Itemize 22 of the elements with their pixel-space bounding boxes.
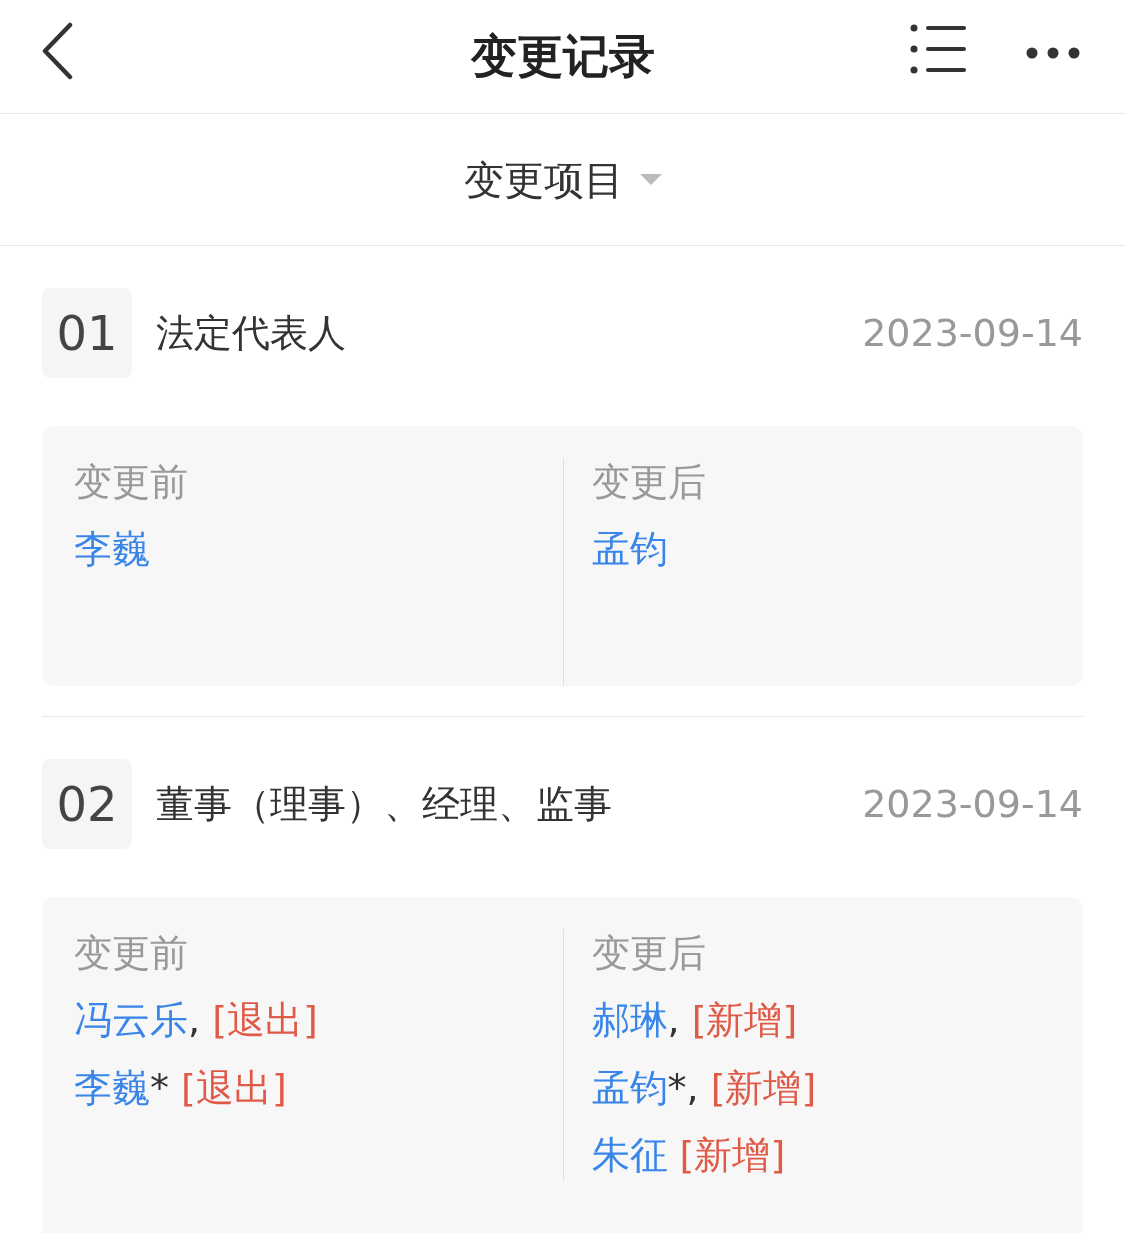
person-entry: 孟钧*, [新增] xyxy=(591,1064,818,1112)
change-date: 2023-09-14 xyxy=(862,309,1083,357)
record-number: 01 xyxy=(42,288,132,378)
person-entry: 李巍* [退出] xyxy=(74,1064,288,1112)
person-entry: 朱征 [新增] xyxy=(591,1132,787,1180)
change-item-title: 法定代表人 xyxy=(156,309,347,357)
person-entry: 李巍 xyxy=(74,526,151,574)
filter-dropdown[interactable]: 变更项目 xyxy=(463,149,662,210)
change-date: 2023-09-14 xyxy=(862,780,1083,828)
caret-icon xyxy=(639,173,662,186)
record-number: 02 xyxy=(42,759,132,849)
back-icon[interactable] xyxy=(40,22,74,80)
change-item-title: 董事（理事）、经理、监事 xyxy=(156,780,613,828)
person-entry: 孟钧 xyxy=(591,526,669,574)
column-label: 变更前 xyxy=(74,930,189,977)
list-icon[interactable] xyxy=(910,24,968,74)
column-label: 变更后 xyxy=(591,930,707,977)
page-title: 变更记录 xyxy=(470,28,655,85)
person-entry: 冯云乐, [退出] xyxy=(74,997,319,1045)
person-entry: 郝琳, [新增] xyxy=(591,997,799,1045)
column-label: 变更前 xyxy=(74,459,189,506)
column-label: 变更后 xyxy=(591,459,707,506)
